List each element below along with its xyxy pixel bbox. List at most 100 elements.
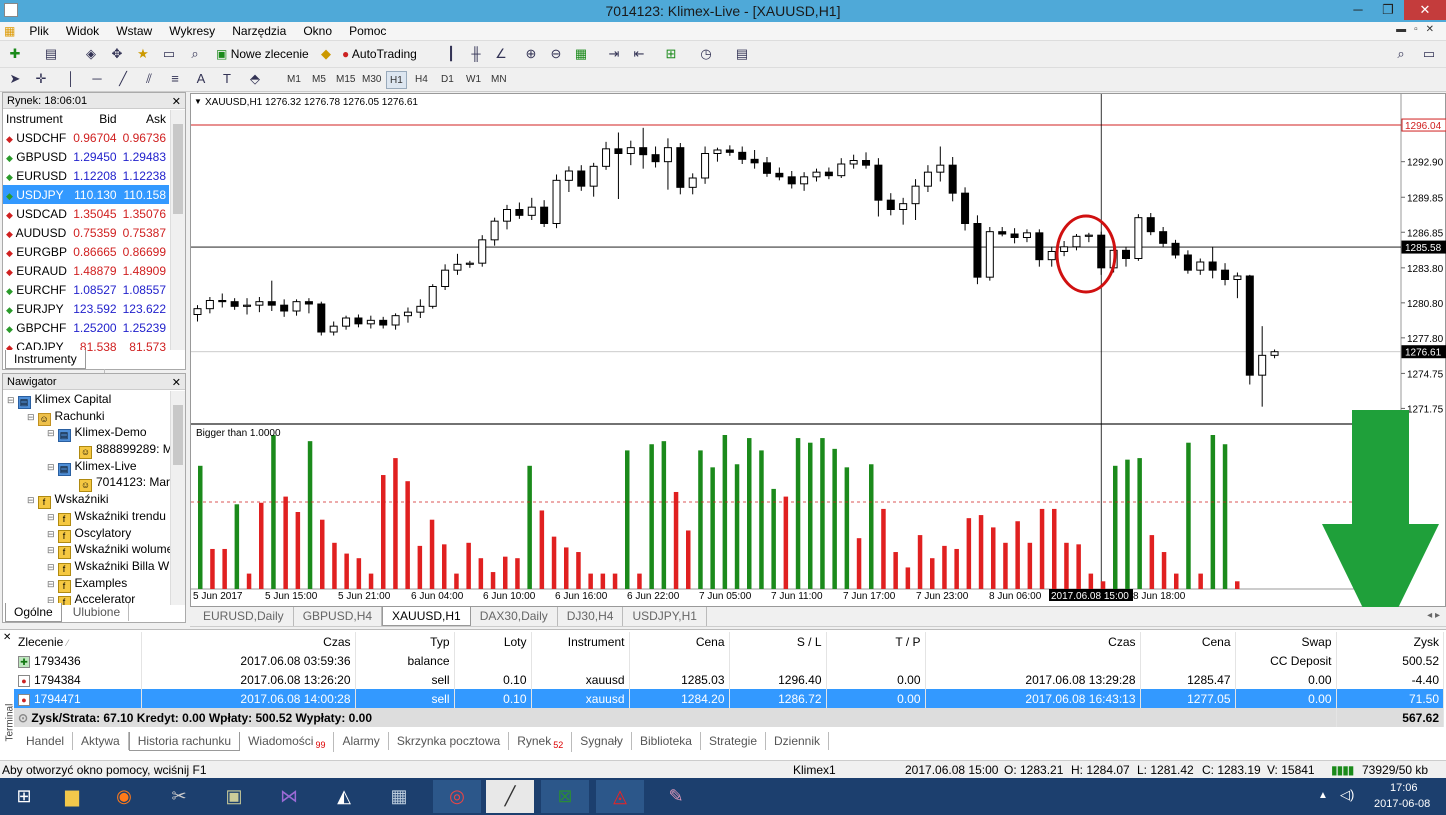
paint-icon[interactable]: ✎	[652, 780, 700, 813]
col-zlecenie[interactable]: Zlecenie ⁄	[14, 632, 142, 651]
col-bid[interactable]: Bid	[70, 109, 119, 128]
zoom-in-icon[interactable]: ⊕	[522, 45, 540, 63]
mdi-buttons[interactable]: ▬▫✕	[1396, 24, 1442, 35]
autotrading-button[interactable]: ● AutoTrading	[342, 45, 417, 64]
navigator-item[interactable]: ⊟ f Examples	[7, 575, 171, 593]
navigator-item[interactable]: ⊟ ▤ Klimex-Live	[7, 458, 171, 476]
price-chart[interactable]: 1292.90 1289.85 1286.85 1283.80 1280.80 1277.…	[191, 94, 1446, 608]
market-watch-row[interactable]: ◆ AUDUSD 0.75359 0.75387	[3, 223, 169, 242]
expand-icon[interactable]: ⊟	[47, 462, 55, 472]
text-icon[interactable]: A	[192, 70, 210, 88]
terminal-icon[interactable]: ▭	[160, 45, 178, 63]
col-instrument[interactable]: Instrument	[3, 109, 70, 128]
expand-icon[interactable]: ⊟	[7, 395, 15, 405]
col-czas-close[interactable]: Czas	[925, 632, 1141, 651]
indicators-icon[interactable]: ⊞	[662, 45, 680, 63]
visual-studio-icon[interactable]: ⋈	[265, 780, 313, 813]
terminal-tab[interactable]: Wiadomości 99	[240, 732, 335, 753]
close-icon[interactable]: ✕	[172, 376, 181, 389]
instrument-cell[interactable]: ◆ EURAUD	[3, 261, 70, 280]
navigator-item[interactable]: ☺888899289: Marek	[7, 441, 171, 460]
menu-pomoc[interactable]: Pomoc	[342, 22, 393, 40]
metatrader-icon[interactable]: ╱	[486, 780, 534, 813]
expand-icon[interactable]: ⊟	[47, 562, 55, 572]
channel-icon[interactable]: ⫽	[140, 70, 158, 88]
chat-icon[interactable]: ▭	[1420, 45, 1438, 63]
instrument-cell[interactable]: ◆ AUDUSD	[3, 223, 70, 242]
vertical-line-icon[interactable]: │	[62, 70, 80, 88]
col-zysk[interactable]: Zysk	[1336, 632, 1444, 651]
market-watch-row[interactable]: ◆ GBPCHF 1.25200 1.25239	[3, 318, 169, 337]
tester-icon[interactable]: ⌕	[186, 45, 204, 63]
chart-tab[interactable]: EURUSD,Daily	[194, 607, 294, 626]
col-swap[interactable]: Swap	[1235, 632, 1337, 651]
navigator-item[interactable]: ⊟ ☺ Rachunki	[7, 408, 171, 426]
tf-w1[interactable]: W1	[463, 71, 484, 89]
zoom-out-icon[interactable]: ⊖	[547, 45, 565, 63]
templates-icon[interactable]: ▤	[733, 45, 751, 63]
col-instrument[interactable]: Instrument	[531, 632, 630, 651]
navigator-item[interactable]: ⊟ f Wskaźniki	[7, 491, 171, 510]
expand-icon[interactable]: ⊟	[47, 529, 55, 539]
navigator-item[interactable]: ⊟ f Oscylatory	[7, 525, 171, 543]
terminal-app-icon[interactable]: ▣	[210, 780, 258, 813]
periods-icon[interactable]: ◷	[697, 45, 715, 63]
tab-ulubione[interactable]: Ulubione	[65, 603, 130, 621]
scrollbar-thumb[interactable]	[173, 124, 183, 214]
close-icon[interactable]: ✕	[1404, 0, 1446, 20]
market-watch-row[interactable]: ◆ USDJPY 110.130 110.158	[3, 185, 169, 204]
tab-instrumenty[interactable]: Instrumenty	[5, 350, 86, 369]
menu-okno[interactable]: Okno	[296, 22, 339, 40]
navigator-scrollbar[interactable]	[170, 391, 185, 605]
data-window-icon[interactable]: ✥	[108, 45, 126, 63]
market-watch-row[interactable]: ◆ EURAUD 1.48879 1.48909	[3, 261, 169, 280]
shapes-icon[interactable]: ⬘	[246, 70, 264, 88]
market-watch-row[interactable]: ◆ USDCHF 0.96704 0.96736	[3, 128, 169, 147]
menu-plik[interactable]: Plik	[22, 22, 55, 40]
expand-icon[interactable]: ⊟	[47, 579, 55, 589]
col-tp[interactable]: T / P	[826, 632, 926, 651]
terminal-tab[interactable]: Alarmy	[334, 732, 389, 750]
expand-icon[interactable]: ⊟	[47, 512, 55, 522]
terminal-close-icon[interactable]: ✕	[3, 632, 11, 643]
status-connection[interactable]: 73929/50 kb	[1362, 763, 1428, 777]
instrument-cell[interactable]: ◆ EURJPY	[3, 299, 70, 318]
menu-app-icon[interactable]: ▦	[0, 22, 19, 40]
chart-tab[interactable]: GBPUSD,H4	[294, 607, 383, 626]
navigator-item[interactable]: ⊟fWskaźniki wolumenu	[7, 541, 171, 560]
app-icon[interactable]: ◭	[320, 780, 368, 813]
terminal-tab[interactable]: Dziennik	[766, 732, 830, 750]
navigator-item[interactable]: ☺7014123: Marek	[7, 474, 171, 493]
trendline-icon[interactable]: ╱	[114, 70, 132, 88]
market-watch-icon[interactable]: ◈	[82, 45, 100, 63]
tab-ogolne[interactable]: Ogólne	[5, 603, 62, 622]
menu-widok[interactable]: Widok	[59, 22, 106, 40]
market-watch-row[interactable]: ◆ EURJPY 123.592 123.622	[3, 299, 169, 318]
maximize-icon[interactable]: ❐	[1373, 0, 1403, 20]
windows-start-icon[interactable]: ⊞	[0, 780, 48, 813]
navigator-item[interactable]: ⊟ ▤ Klimex Capital	[7, 391, 171, 409]
menu-narzedzia[interactable]: Narzędzia	[225, 22, 293, 40]
profiles-icon[interactable]: ▤	[42, 45, 60, 63]
col-ask[interactable]: Ask	[120, 109, 169, 128]
instrument-cell[interactable]: ◆ USDJPY	[3, 185, 70, 204]
col-cena-close[interactable]: Cena	[1140, 632, 1236, 651]
instrument-cell[interactable]: ◆ USDCAD	[3, 204, 70, 223]
chart-tab[interactable]: DAX30,Daily	[471, 607, 558, 626]
tf-h4[interactable]: H4	[412, 71, 431, 89]
candlestick-icon[interactable]: ╫	[467, 45, 485, 63]
terminal-tab[interactable]: Skrzynka pocztowa	[389, 732, 510, 750]
close-icon[interactable]: ✕	[172, 95, 181, 108]
crosshair-icon[interactable]: ✛	[32, 70, 50, 88]
col-loty[interactable]: Loty	[454, 632, 532, 651]
line-chart-icon[interactable]: ∠	[492, 45, 510, 63]
tile-windows-icon[interactable]: ▦	[572, 45, 590, 63]
instrument-cell[interactable]: ◆ GBPCHF	[3, 318, 70, 337]
chart-shift-icon[interactable]: ⇤	[630, 45, 648, 63]
market-watch-row[interactable]: ◆ EURUSD 1.12208 1.12238	[3, 166, 169, 185]
navigator-icon[interactable]: ★	[134, 45, 152, 63]
horizontal-line-icon[interactable]: ─	[88, 70, 106, 88]
menu-wstaw[interactable]: Wstaw	[109, 22, 159, 40]
instrument-cell[interactable]: ◆ EURCHF	[3, 280, 70, 299]
tf-d1[interactable]: D1	[438, 71, 457, 89]
